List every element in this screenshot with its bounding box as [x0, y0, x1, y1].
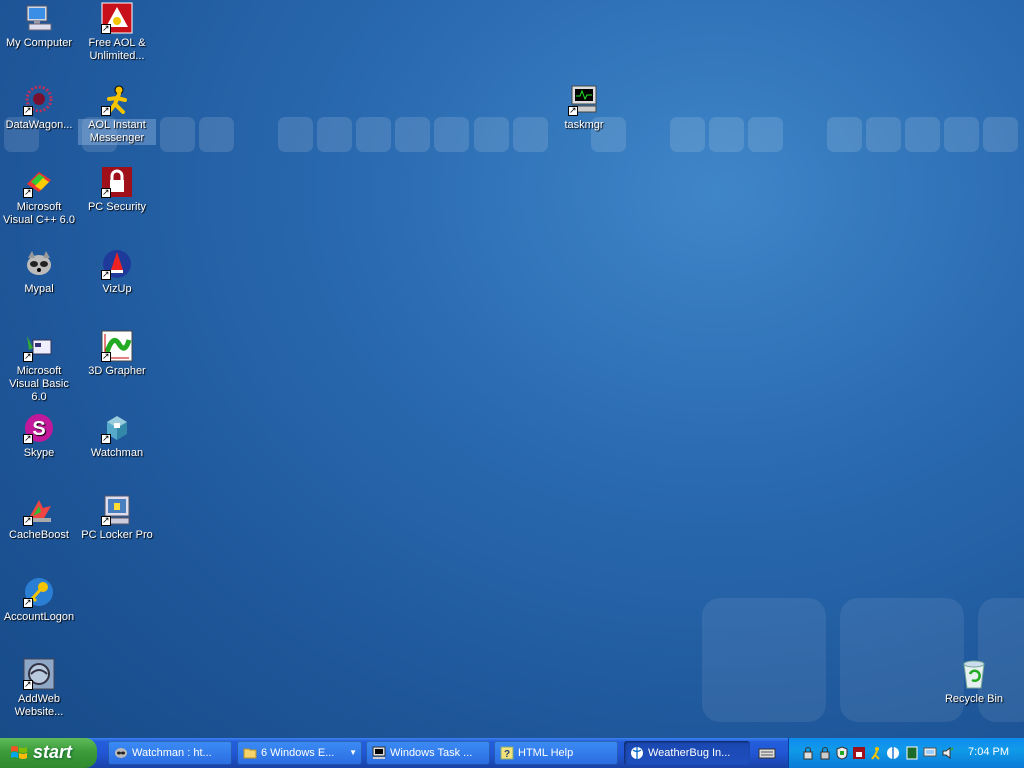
- vizup-icon: [101, 248, 133, 281]
- volume-icon[interactable]: [941, 746, 955, 760]
- cacheboost-icon: [23, 494, 55, 527]
- start-button[interactable]: start: [0, 738, 97, 768]
- taskmgr-icon: [568, 84, 600, 117]
- aim-icon[interactable]: [869, 746, 883, 760]
- taskbar-button-task-manager[interactable]: Windows Task ...: [366, 741, 490, 765]
- my-computer-icon: [23, 2, 55, 34]
- desktop-icon-my-computer[interactable]: My Computer: [0, 2, 78, 50]
- lock-icon[interactable]: [818, 746, 832, 760]
- desktop-icon-pc-security[interactable]: PC Security: [78, 166, 156, 214]
- help-icon: ?: [500, 746, 514, 760]
- chevron-down-icon: ▼: [349, 748, 357, 757]
- desktop-icon-watchman[interactable]: Watchman: [78, 412, 156, 460]
- accountlogon-icon: [23, 576, 55, 609]
- system-tray: 7:04 PM: [788, 738, 1024, 768]
- desktop-icon-visual-basic[interactable]: Microsoft Visual Basic 6.0: [0, 330, 78, 404]
- svg-text:?: ?: [504, 749, 510, 760]
- visual-cpp-icon: [23, 166, 55, 199]
- desktop-icon-mypal[interactable]: Mypal: [0, 248, 78, 296]
- wallpaper-tile: [702, 598, 826, 722]
- visual-basic-icon: [23, 330, 55, 363]
- desktop-icon-taskmgr[interactable]: taskmgr: [545, 84, 623, 132]
- windows-flag-icon: [11, 746, 27, 759]
- desktop-icon-3d-grapher[interactable]: 3D Grapher: [78, 330, 156, 378]
- start-label: start: [33, 742, 73, 762]
- recycle-bin-icon: [958, 658, 990, 690]
- keyboard-icon[interactable]: [758, 744, 776, 762]
- skype-icon: S: [23, 412, 55, 445]
- desktop-icon-datawagon[interactable]: DataWagon...: [0, 84, 78, 132]
- monitor-icon[interactable]: [905, 746, 919, 760]
- 3d-grapher-icon: [101, 330, 133, 363]
- taskbar-button-windows-explorer[interactable]: 6 Windows E... ▼: [237, 741, 362, 765]
- desktop-icon-skype[interactable]: S Skype: [0, 412, 78, 460]
- watchman-icon: [101, 412, 133, 445]
- desktop-icon-aol[interactable]: Free AOL & Unlimited...: [78, 2, 156, 63]
- desktop-icon-visual-cpp[interactable]: Microsoft Visual C++ 6.0: [0, 166, 78, 227]
- aim-icon: [101, 84, 133, 117]
- aol-icon: [101, 2, 133, 35]
- pc-security-icon: [101, 166, 133, 199]
- addweb-icon: [23, 658, 55, 691]
- taskbar: start Watchman : ht... 6 Windows E... ▼ …: [0, 738, 1024, 768]
- lock-icon[interactable]: [801, 746, 815, 760]
- desktop-icon-recycle-bin[interactable]: Recycle Bin: [935, 658, 1013, 706]
- weatherbug-icon: [631, 747, 643, 759]
- taskbar-button-watchman[interactable]: Watchman : ht...: [108, 741, 232, 765]
- svg-text:S: S: [32, 418, 45, 440]
- datawagon-icon: [23, 84, 55, 117]
- network-icon[interactable]: [923, 746, 937, 760]
- desktop-icon-accountlogon[interactable]: AccountLogon: [0, 576, 78, 624]
- desktop-icon-aim[interactable]: AOL Instant Messenger: [78, 84, 156, 145]
- desktop-icon-vizup[interactable]: VizUp: [78, 248, 156, 296]
- desktop-icon-cacheboost[interactable]: CacheBoost: [0, 494, 78, 542]
- shield-icon[interactable]: [835, 746, 849, 760]
- weatherbug-icon[interactable]: [886, 746, 900, 760]
- mypal-icon: [23, 248, 55, 280]
- pc-security-icon[interactable]: [852, 746, 866, 760]
- desktop-icon-addweb[interactable]: AddWeb Website...: [0, 658, 78, 719]
- desktop-icon-pc-locker[interactable]: PC Locker Pro: [78, 494, 156, 542]
- pc-locker-icon: [101, 494, 133, 527]
- taskbar-button-weatherbug[interactable]: WeatherBug In...: [624, 741, 750, 765]
- folder-icon: [243, 748, 257, 759]
- clock[interactable]: 7:04 PM: [968, 746, 1009, 758]
- taskmgr-icon: [372, 746, 386, 759]
- watchman-icon: [115, 748, 127, 758]
- taskbar-button-html-help[interactable]: ? HTML Help: [494, 741, 618, 765]
